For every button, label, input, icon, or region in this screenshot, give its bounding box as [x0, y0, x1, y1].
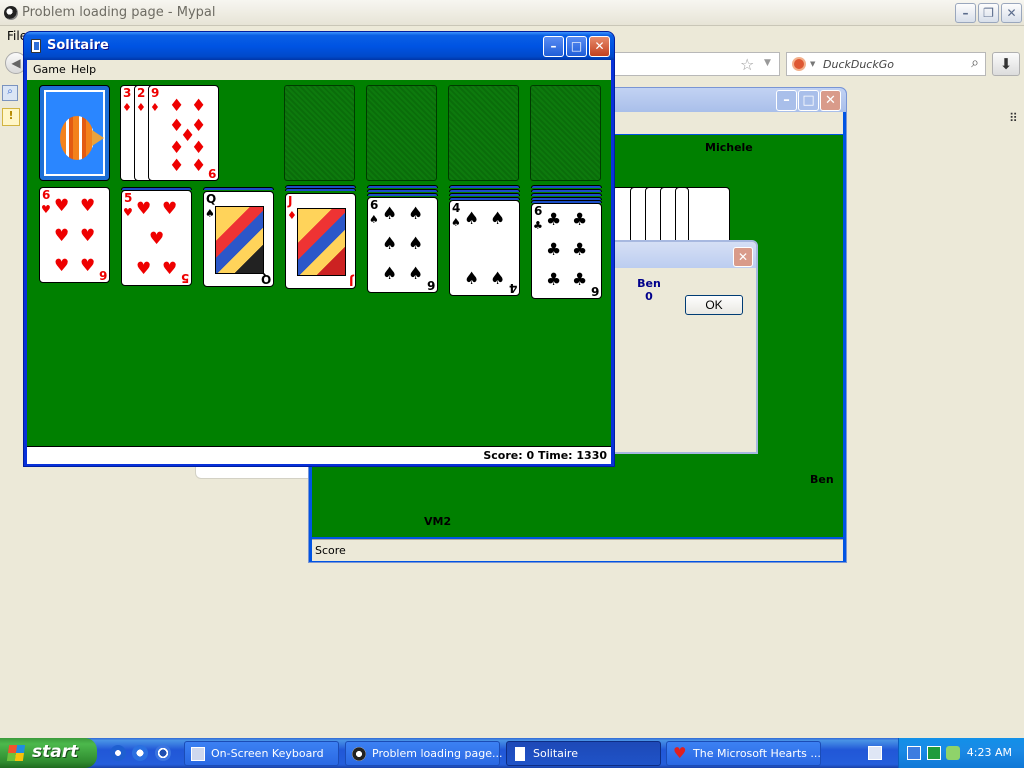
restore-icon[interactable]: ❐ — [978, 3, 999, 23]
score-dialog-titlebar[interactable]: ✕ — [599, 242, 756, 268]
taskbar-button-solitaire[interactable]: Solitaire — [506, 741, 661, 766]
score-time-readout: Score: 0 Time: 1330 — [483, 449, 607, 462]
menu-game[interactable]: Game — [33, 63, 66, 76]
maximize-icon[interactable]: □ — [798, 90, 819, 111]
menu-help[interactable]: Help — [71, 63, 96, 76]
safely-remove-icon[interactable] — [927, 746, 941, 760]
foundation-slot[interactable] — [448, 85, 519, 181]
close-icon[interactable]: ✕ — [820, 90, 841, 111]
waste-card-top[interactable]: 9 ♦ ♦ ♦ ♦ ♦ ♦ ♦ ♦ ♦ ♦ 9 — [148, 85, 219, 181]
maximize-icon[interactable]: □ — [566, 36, 587, 57]
search-icon[interactable]: ⌕ — [971, 55, 979, 71]
jack-face-icon — [297, 208, 346, 276]
shield-icon[interactable] — [946, 746, 960, 760]
browser-titlebar[interactable]: Problem loading page - Mypal – ❐ ✕ — [0, 0, 1024, 26]
solitaire-window: Solitaire – □ ✕ Game Help 3 ♦ 2 ♦ 9 ♦ ♦ ♦ ♦ ♦… — [23, 31, 615, 467]
network-icon[interactable] — [907, 746, 921, 760]
solitaire-titlebar[interactable]: Solitaire – □ ✕ — [24, 32, 614, 60]
facedown-edge — [449, 189, 520, 192]
tableau-card[interactable]: J ♦ J — [285, 193, 356, 289]
taskbar-button-browser[interactable]: Problem loading page... — [345, 741, 502, 766]
minimize-icon[interactable]: – — [955, 3, 976, 23]
toolbar-grip-icon[interactable]: ⠿ — [1009, 111, 1018, 125]
hearts-status-text: Score — [315, 544, 346, 557]
solitaire-icon — [515, 747, 525, 761]
bookmark-star-icon[interactable]: ☆ — [740, 55, 754, 74]
system-tray: 4:23 AM — [898, 738, 1024, 768]
player-name-right: Ben — [810, 473, 834, 486]
search-placeholder: DuckDuckGo — [823, 58, 894, 71]
score-player-value: 0 — [645, 290, 653, 303]
solitaire-table: 3 ♦ 2 ♦ 9 ♦ ♦ ♦ ♦ ♦ ♦ ♦ ♦ ♦ ♦ 9 6 ♥ ♥ ♥ ♥ ♥ ♥ ♥ 6 — [27, 80, 611, 446]
internet-explorer-icon[interactable] — [110, 745, 126, 761]
media-player-icon[interactable] — [132, 745, 148, 761]
mypal-icon — [352, 747, 366, 761]
download-arrow-icon[interactable]: ⬇ — [992, 52, 1020, 76]
facedown-edge — [531, 189, 602, 192]
tableau-card[interactable]: Q ♠ Q — [203, 191, 274, 287]
close-icon[interactable]: ✕ — [1001, 3, 1022, 23]
solitaire-menubar: Game Help — [27, 60, 611, 80]
tableau-card[interactable]: 6 ♥ ♥ ♥ ♥ ♥ ♥ ♥ 6 — [39, 187, 110, 283]
minimize-icon[interactable]: – — [776, 90, 797, 111]
facedown-edge — [531, 193, 602, 196]
solitaire-app-icon — [31, 39, 41, 53]
foundation-slot[interactable] — [530, 85, 601, 181]
player-name-top: Michele — [705, 141, 753, 154]
clock[interactable]: 4:23 AM — [967, 746, 1012, 759]
start-label: start — [32, 742, 79, 762]
chevron-down-icon[interactable]: ▼ — [764, 58, 771, 68]
facedown-edge — [531, 185, 602, 188]
heart-icon: ♥ — [673, 744, 687, 762]
start-button[interactable]: start — [0, 738, 97, 768]
facedown-edge — [367, 189, 438, 192]
tableau-card[interactable]: 6 ♣ ♣ ♣ ♣ ♣ ♣ ♣ 6 — [531, 203, 602, 299]
solitaire-title: Solitaire — [47, 38, 109, 53]
player-name-bottom: VM2 — [424, 515, 452, 528]
windows-logo-icon — [6, 745, 26, 761]
fish-card-back-icon — [60, 116, 104, 160]
facedown-edge — [367, 193, 438, 196]
taskbar-button-onscreen-keyboard[interactable]: On-Screen Keyboard — [184, 741, 339, 766]
score-dialog: ✕ Ben 0 OK — [597, 240, 758, 454]
search-input[interactable]: ▼ DuckDuckGo ⌕ — [786, 52, 986, 76]
find-icon[interactable]: ⌕ — [2, 85, 18, 101]
mypal-app-icon — [4, 6, 18, 20]
facedown-edge — [285, 188, 356, 191]
foundation-slot[interactable] — [366, 85, 437, 181]
taskbar-button-hearts[interactable]: ♥ The Microsoft Hearts ... — [666, 741, 821, 766]
tableau-card[interactable]: 5 ♥ ♥ ♥ ♥ ♥ ♥ 5 — [121, 190, 192, 286]
ok-button[interactable]: OK — [685, 295, 743, 315]
tableau-card[interactable]: 6 ♠ ♠ ♠ ♠ ♠ ♠ ♠ 6 — [367, 197, 438, 293]
score-player-name: Ben — [637, 277, 661, 290]
chevron-down-icon[interactable]: ▼ — [810, 60, 815, 68]
taskbar: start On-Screen Keyboard Problem loading… — [0, 738, 1024, 768]
facedown-edge — [203, 187, 274, 190]
facedown-edge — [367, 185, 438, 188]
minimize-icon[interactable]: – — [543, 36, 564, 57]
facedown-edge — [449, 185, 520, 188]
show-desktop-icon[interactable] — [155, 745, 171, 761]
browser-title: Problem loading page - Mypal — [22, 5, 216, 20]
duckduckgo-icon[interactable] — [792, 57, 806, 71]
keyboard-icon — [191, 747, 205, 761]
hearts-statusbar: Score — [312, 539, 843, 561]
close-icon[interactable]: ✕ — [589, 36, 610, 57]
close-icon[interactable]: ✕ — [733, 247, 753, 267]
facedown-edge — [449, 193, 520, 196]
stock-pile[interactable] — [39, 85, 110, 181]
keyboard-layout-icon[interactable] — [868, 746, 882, 760]
foundation-slot[interactable] — [284, 85, 355, 181]
solitaire-statusbar: Score: 0 Time: 1330 — [27, 446, 611, 464]
warning-icon: ! — [2, 108, 20, 126]
queen-face-icon — [215, 206, 264, 274]
tableau-card[interactable]: 4 ♠ ♠ ♠ ♠ ♠ 4 — [449, 200, 520, 296]
